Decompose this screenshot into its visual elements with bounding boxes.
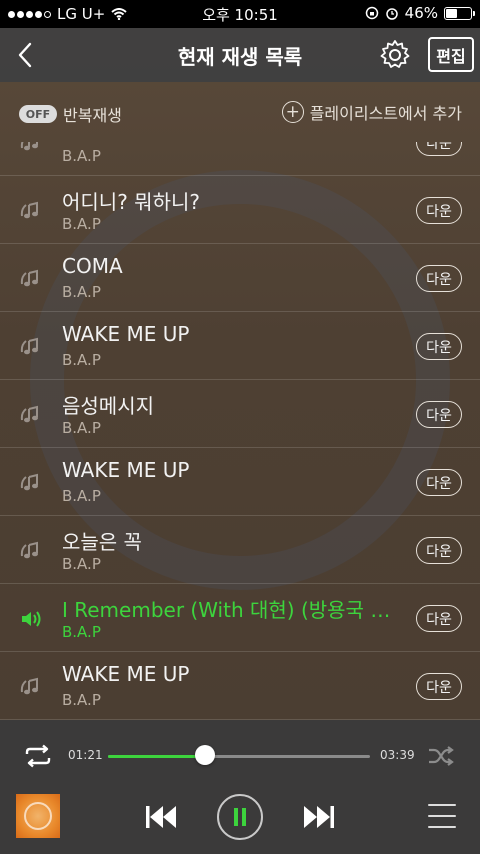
previous-button[interactable]: [144, 804, 178, 830]
status-bar: LG U+ 오후 10:51 46%: [0, 0, 480, 28]
add-from-playlist-label: 플레이리스트에서 추가: [309, 104, 462, 123]
options-row: OFF 반복재생 + 플레이리스트에서 추가: [0, 82, 480, 142]
song-row[interactable]: WAKE ME UP B.A.P 다운: [0, 448, 480, 516]
download-button[interactable]: 다운: [416, 469, 462, 496]
music-note-icon: [20, 541, 38, 559]
song-artist: B.A.P: [62, 419, 101, 437]
song-title: WAKE ME UP: [62, 322, 190, 346]
song-row[interactable]: I Remember (With 대현) (방용국 Solo) B.A.P 다운: [0, 584, 480, 652]
chevron-left-icon: [18, 42, 32, 68]
music-note-icon: [20, 269, 38, 287]
battery-icon: [444, 6, 475, 20]
download-button[interactable]: 다운: [416, 401, 462, 428]
music-note-icon: [20, 473, 38, 491]
back-button[interactable]: [10, 38, 40, 72]
repeat-button[interactable]: [22, 744, 54, 768]
progress-fill: [108, 755, 205, 758]
song-row[interactable]: B.A.P 다운: [0, 142, 480, 176]
download-button[interactable]: 다운: [416, 333, 462, 360]
shuffle-icon: [429, 746, 454, 766]
song-artist: B.A.P: [62, 555, 101, 573]
skip-previous-icon: [146, 806, 176, 828]
song-title: I Remember (With 대현) (방용국 Solo): [62, 598, 400, 622]
song-artist: B.A.P: [62, 147, 101, 165]
song-title: 어디니? 뭐하니?: [62, 190, 200, 214]
album-thumbnail[interactable]: [16, 794, 60, 838]
mini-player: 01:21 03:39: [0, 720, 480, 854]
next-button[interactable]: [302, 804, 336, 830]
download-button[interactable]: 다운: [416, 197, 462, 224]
menu-button[interactable]: [428, 804, 456, 828]
song-artist: B.A.P: [62, 691, 101, 709]
music-note-icon: [20, 337, 38, 355]
progress-bar[interactable]: [108, 755, 370, 758]
download-button[interactable]: 다운: [416, 142, 462, 156]
repeat-toggle[interactable]: OFF: [19, 105, 57, 123]
gear-icon: [380, 40, 410, 68]
song-row[interactable]: 오늘은 꼭 B.A.P 다운: [0, 516, 480, 584]
progress-handle[interactable]: [194, 745, 215, 765]
download-button[interactable]: 다운: [416, 537, 462, 564]
current-time: 01:21: [68, 748, 103, 762]
speaker-playing-icon: [22, 611, 41, 627]
music-note-icon: [20, 677, 38, 695]
repeat-label[interactable]: 반복재생: [63, 102, 122, 126]
song-artist: B.A.P: [62, 623, 101, 641]
play-pause-button[interactable]: [217, 794, 263, 840]
song-title: 음성메시지: [62, 394, 154, 418]
song-artist: B.A.P: [62, 283, 101, 301]
download-button[interactable]: 다운: [416, 265, 462, 292]
menu-icon-line: [428, 804, 456, 806]
music-note-icon: [20, 405, 38, 423]
menu-icon-line: [428, 826, 456, 828]
navigation-bar: 현재 재생 목록 편집: [0, 28, 480, 82]
song-row[interactable]: 어디니? 뭐하니? B.A.P 다운: [0, 176, 480, 244]
song-artist: B.A.P: [62, 487, 101, 505]
song-row[interactable]: WAKE ME UP B.A.P 다운: [0, 652, 480, 720]
shuffle-button[interactable]: [428, 745, 454, 767]
settings-button[interactable]: [378, 38, 412, 72]
alarm-icon: [385, 8, 398, 20]
song-title: COMA: [62, 254, 123, 278]
rotation-lock-icon: [365, 6, 378, 20]
plus-circle-icon: +: [281, 101, 304, 123]
song-title: 오늘은 꼭: [62, 530, 142, 554]
song-title: WAKE ME UP: [62, 458, 190, 482]
edit-button[interactable]: 편집: [428, 37, 474, 72]
total-time: 03:39: [380, 748, 415, 762]
album-logo: [24, 802, 52, 830]
skip-next-icon: [304, 806, 334, 828]
download-button[interactable]: 다운: [416, 673, 462, 700]
battery-percent: 46%: [404, 4, 438, 22]
download-button[interactable]: 다운: [416, 605, 462, 632]
music-note-icon: [20, 201, 38, 219]
song-row[interactable]: WAKE ME UP B.A.P 다운: [0, 312, 480, 380]
music-note-icon: [20, 142, 38, 151]
song-row[interactable]: 음성메시지 B.A.P 다운: [0, 380, 480, 448]
song-row[interactable]: COMA B.A.P 다운: [0, 244, 480, 312]
add-from-playlist-button[interactable]: + 플레이리스트에서 추가: [281, 100, 462, 124]
menu-icon-line: [428, 815, 456, 817]
song-title: WAKE ME UP: [62, 662, 190, 686]
status-right: 46%: [365, 4, 475, 22]
song-list[interactable]: B.A.P 다운 어디니? 뭐하니? B.A.P 다운 COMA B.A.P 다운 WAKE M…: [0, 142, 480, 720]
song-artist: B.A.P: [62, 351, 101, 369]
repeat-icon: [25, 744, 51, 768]
song-artist: B.A.P: [62, 215, 101, 233]
pause-icon: [234, 808, 246, 826]
